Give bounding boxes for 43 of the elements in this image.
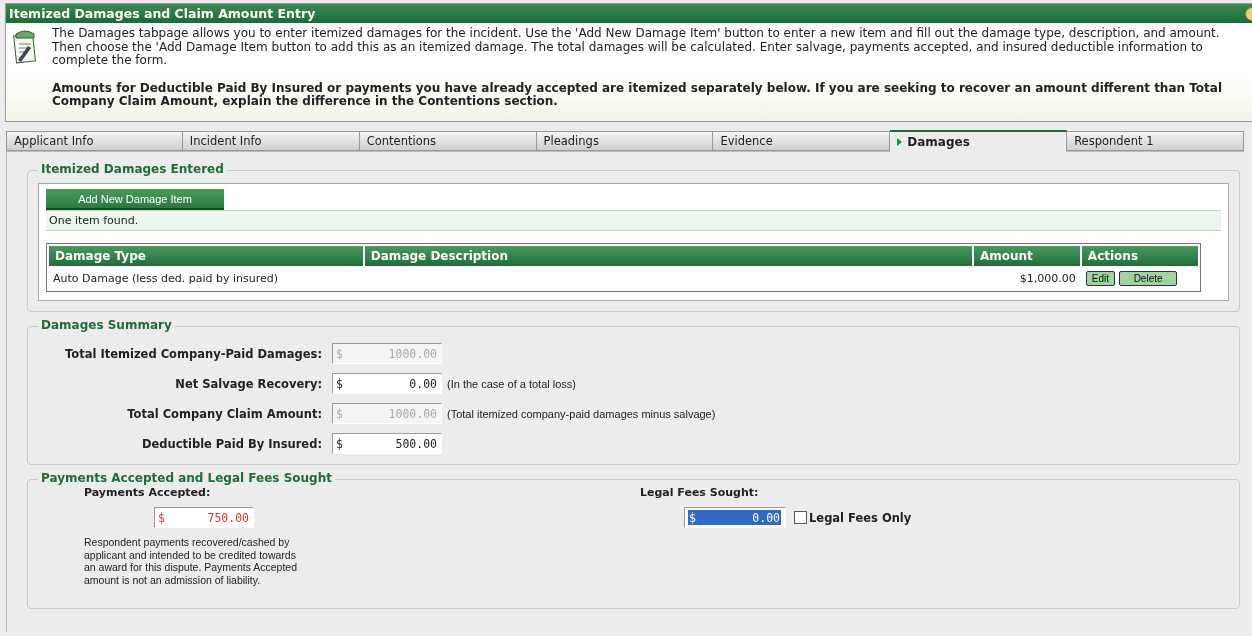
column-header: Damage Type xyxy=(49,246,363,266)
delete-button[interactable]: Delete xyxy=(1119,271,1178,286)
help-text: Respondent payments recovered/cashed by applicant and intended to be credited towards an award for this dispute. Payments Accepted amount is not an admission of liability. xyxy=(84,536,299,586)
amount-field[interactable]: $ 750.00 xyxy=(154,507,254,528)
checkbox-label: Legal Fees Only xyxy=(809,510,912,525)
tab[interactable]: Applicant Info xyxy=(6,131,183,151)
notepad-icon xyxy=(12,30,38,64)
field-note: (Total itemized company-paid damages minus salvage) xyxy=(447,407,717,420)
instruction-text: Amounts for Deductible Paid By Insured or payments you have already accepted are itemized separately below. If you are seeking to recover an amount different than Total Company Claim Amount, explain the difference in the Contentions section. xyxy=(52,81,1223,109)
triangle-icon xyxy=(897,137,903,146)
section-title: Damages Summary xyxy=(38,318,175,332)
table-cell-text: $1,000.00 xyxy=(1018,271,1077,287)
field-label: Payments Accepted: xyxy=(84,486,212,499)
section-title: Itemized Damages Entered xyxy=(38,162,227,176)
column-header: Damage Description xyxy=(364,246,972,266)
tab[interactable]: Contentions xyxy=(359,131,537,151)
amount-field[interactable]: $ 500.00 xyxy=(332,433,442,454)
amount-field: $ 1000.00 xyxy=(332,403,442,424)
amount-field[interactable]: $ 0.00 xyxy=(332,373,442,394)
field-label: Net Salvage Recovery: xyxy=(174,376,322,391)
field-label: Deductible Paid By Insured: xyxy=(140,436,322,451)
amount-field[interactable]: $ 0.00 xyxy=(684,507,786,528)
help-icon[interactable] xyxy=(1244,6,1252,21)
tab[interactable]: Incident Info xyxy=(182,131,360,151)
tab[interactable]: Pleadings xyxy=(536,131,714,151)
edit-button[interactable]: Edit xyxy=(1085,271,1116,286)
section-title: Payments Accepted and Legal Fees Sought xyxy=(38,471,335,485)
column-header: Actions xyxy=(1081,246,1198,266)
instruction-text: The Damages tabpage allows you to enter itemized damages for the incident. Use the 'Add New Damage Item' button to enter a new item and fill out the damage type, description, and amount. Then choose the 'Add Damage Item button to add this as an itemized damage. The total damages will be calculated. Enter salvage, payments accepted, and insured deductible information to complete the form. xyxy=(52,27,1221,68)
field-label: Total Itemized Company-Paid Damages: xyxy=(64,346,322,361)
tab[interactable]: Respondent 1 xyxy=(1067,131,1244,151)
amount-field: $ 1000.00 xyxy=(332,343,442,364)
tab[interactable]: Damages xyxy=(890,130,1068,152)
column-header: Amount xyxy=(974,246,1080,266)
field-note: (In the case of a total loss) xyxy=(447,377,577,390)
add-item-button[interactable]: Add New Damage Item xyxy=(46,189,224,210)
field-label: Legal Fees Sought: xyxy=(640,486,760,499)
tab[interactable]: Evidence xyxy=(713,131,891,151)
result-count: One item found. xyxy=(46,210,1221,231)
checkbox[interactable] xyxy=(794,511,807,524)
field-label: Total Company Claim Amount: xyxy=(126,406,322,421)
window-title: Itemized Damages and Claim Amount Entry xyxy=(9,6,316,21)
table-cell-text: Auto Damage (less ded. paid by insured) xyxy=(52,271,280,287)
